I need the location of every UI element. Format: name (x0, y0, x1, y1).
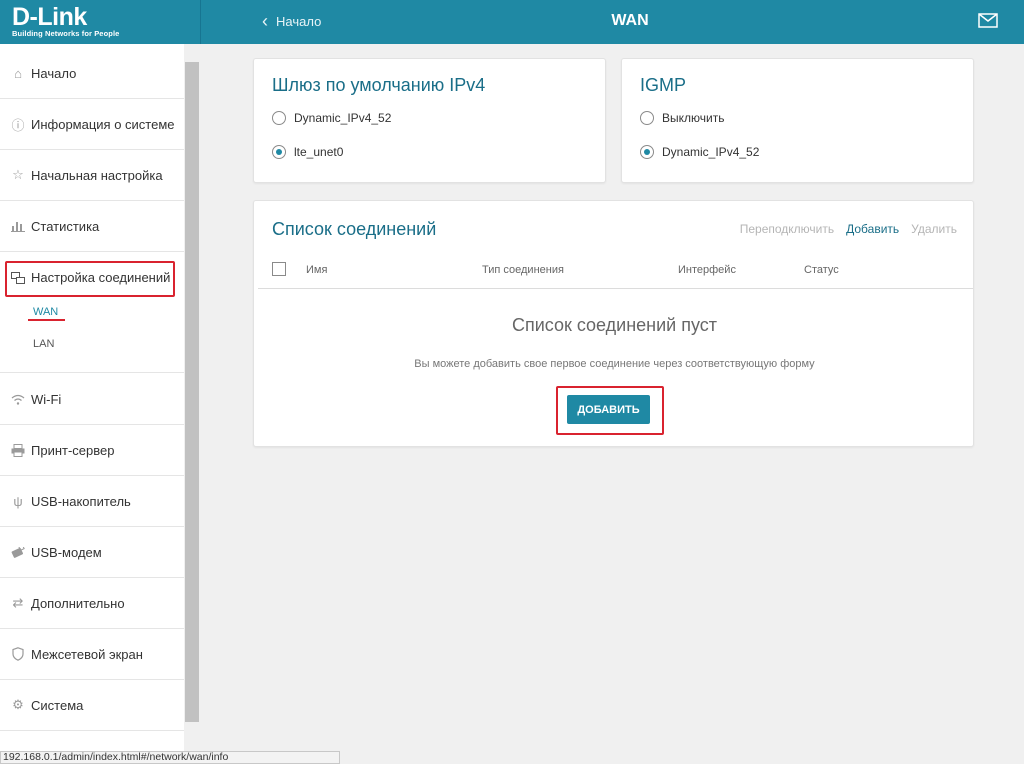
empty-list-title: Список соединений пуст (511, 315, 718, 335)
star-icon: ☆ (12, 167, 24, 182)
igmp-option-dynamic[interactable]: Dynamic_IPv4_52 (640, 145, 759, 159)
select-all-checkbox[interactable] (272, 262, 286, 276)
igmp-option-off[interactable]: Выключить (640, 111, 724, 125)
sidebar-item-label: Межсетевой экран (31, 646, 143, 662)
sidebar-item-usb-modem[interactable]: USB-модем (0, 527, 184, 578)
column-header-name[interactable]: Имя (306, 264, 327, 276)
sidebar-scrollbar-thumb[interactable] (185, 62, 199, 722)
radio-button[interactable] (272, 111, 286, 125)
reconnect-link[interactable]: Переподключить (740, 222, 834, 236)
mail-icon[interactable] (978, 13, 998, 28)
back-link-label: Начало (276, 13, 322, 29)
sidebar-item-label: Wi-Fi (31, 391, 62, 407)
connections-highlight-box (5, 261, 175, 297)
logo-text: D-Link (12, 3, 87, 31)
sidebar-item-wifi[interactable]: Wi-Fi (0, 374, 184, 425)
info-icon: ⓘ (11, 117, 25, 133)
table-header-divider (258, 288, 973, 289)
connections-title: Список соединений (272, 219, 437, 239)
sidebar-item-advanced[interactable]: ⇄ Дополнительно (0, 578, 184, 629)
active-underline (28, 319, 65, 321)
usb-modem-icon (10, 544, 26, 560)
arrows-icon: ⇄ (12, 595, 24, 610)
column-header-interface[interactable]: Интерфейс (678, 264, 736, 276)
browser-status-url: 192.168.0.1/admin/index.html#/network/wa… (0, 751, 340, 764)
igmp-title: IGMP (640, 75, 687, 95)
radio-button-checked[interactable] (272, 145, 286, 159)
sidebar-item-print-server[interactable]: Принт-сервер (0, 425, 184, 476)
add-link[interactable]: Добавить (846, 222, 899, 236)
gateway-option-dynamic[interactable]: Dynamic_IPv4_52 (272, 111, 391, 125)
radio-button[interactable] (640, 111, 654, 125)
sidebar: ⌂ Начало ⓘ Информация о системе ☆ Началь… (0, 44, 200, 764)
sidebar-item-label: Информация о системе (31, 116, 175, 132)
radio-label: Dynamic_IPv4_52 (662, 145, 760, 159)
sidebar-item-label: Система (31, 697, 84, 713)
gear-icon: ⚙ (12, 697, 24, 712)
sidebar-item-usb-storage[interactable]: ψ USB-накопитель (0, 476, 184, 527)
sidebar-item-label: Статистика (31, 218, 100, 234)
sidebar-item-label: Начало (31, 65, 77, 81)
page-title: WAN (611, 12, 649, 29)
delete-link[interactable]: Удалить (911, 222, 957, 236)
printer-icon (10, 442, 26, 458)
column-header-type[interactable]: Тип соединения (482, 264, 564, 276)
sidebar-item-label: USB-накопитель (31, 493, 131, 509)
gateway-option-lte[interactable]: lte_unet0 (272, 145, 343, 159)
sidebar-subitem-wan[interactable]: WAN (33, 306, 58, 318)
column-header-status[interactable]: Статус (804, 264, 839, 276)
radio-label: Выключить (662, 111, 725, 125)
stats-icon (10, 218, 26, 234)
radio-label: Dynamic_IPv4_52 (294, 111, 392, 125)
connections-actions: Переподключить Добавить Удалить (740, 222, 957, 236)
header-divider (200, 0, 201, 44)
sidebar-item-system[interactable]: ⚙ Система (0, 680, 184, 731)
home-icon: ⌂ (14, 65, 22, 81)
sidebar-item-initial-setup[interactable]: ☆ Начальная настройка (0, 150, 184, 201)
connections-card: Список соединений Переподключить Добавит… (253, 200, 974, 447)
empty-list-hint: Вы можете добавить свое первое соединени… (414, 358, 815, 370)
radio-button-checked[interactable] (640, 145, 654, 159)
default-gateway-card: Шлюз по умолчанию IPv4 Dynamic_IPv4_52 l… (253, 58, 606, 183)
wifi-icon (10, 391, 26, 407)
sidebar-item-system-info[interactable]: ⓘ Информация о системе (0, 99, 184, 150)
sidebar-item-label: USB-модем (31, 544, 102, 560)
dlink-logo[interactable]: D-Link Building Networks for People (0, 0, 200, 44)
sidebar-item-home[interactable]: ⌂ Начало (0, 48, 184, 99)
usb-icon: ψ (13, 493, 23, 509)
chevron-left-icon: ‹ (262, 11, 268, 31)
logo-tagline: Building Networks for People (12, 29, 120, 38)
sidebar-item-label: Начальная настройка (31, 167, 163, 183)
sidebar-subitem-lan[interactable]: LAN (33, 338, 54, 350)
radio-label: lte_unet0 (294, 145, 344, 159)
shield-icon (10, 646, 26, 662)
igmp-card: IGMP Выключить Dynamic_IPv4_52 (621, 58, 974, 183)
sidebar-item-label: Дополнительно (31, 595, 125, 611)
add-connection-button[interactable]: ДОБАВИТЬ (567, 395, 650, 424)
top-header: D-Link Building Networks for People ‹ На… (0, 0, 1024, 44)
sidebar-item-statistics[interactable]: Статистика (0, 201, 184, 252)
back-link[interactable]: ‹ Начало (262, 12, 321, 30)
default-gateway-title: Шлюз по умолчанию IPv4 (272, 75, 486, 95)
sidebar-item-firewall[interactable]: Межсетевой экран (0, 629, 184, 680)
sidebar-item-label: Принт-сервер (31, 442, 115, 458)
